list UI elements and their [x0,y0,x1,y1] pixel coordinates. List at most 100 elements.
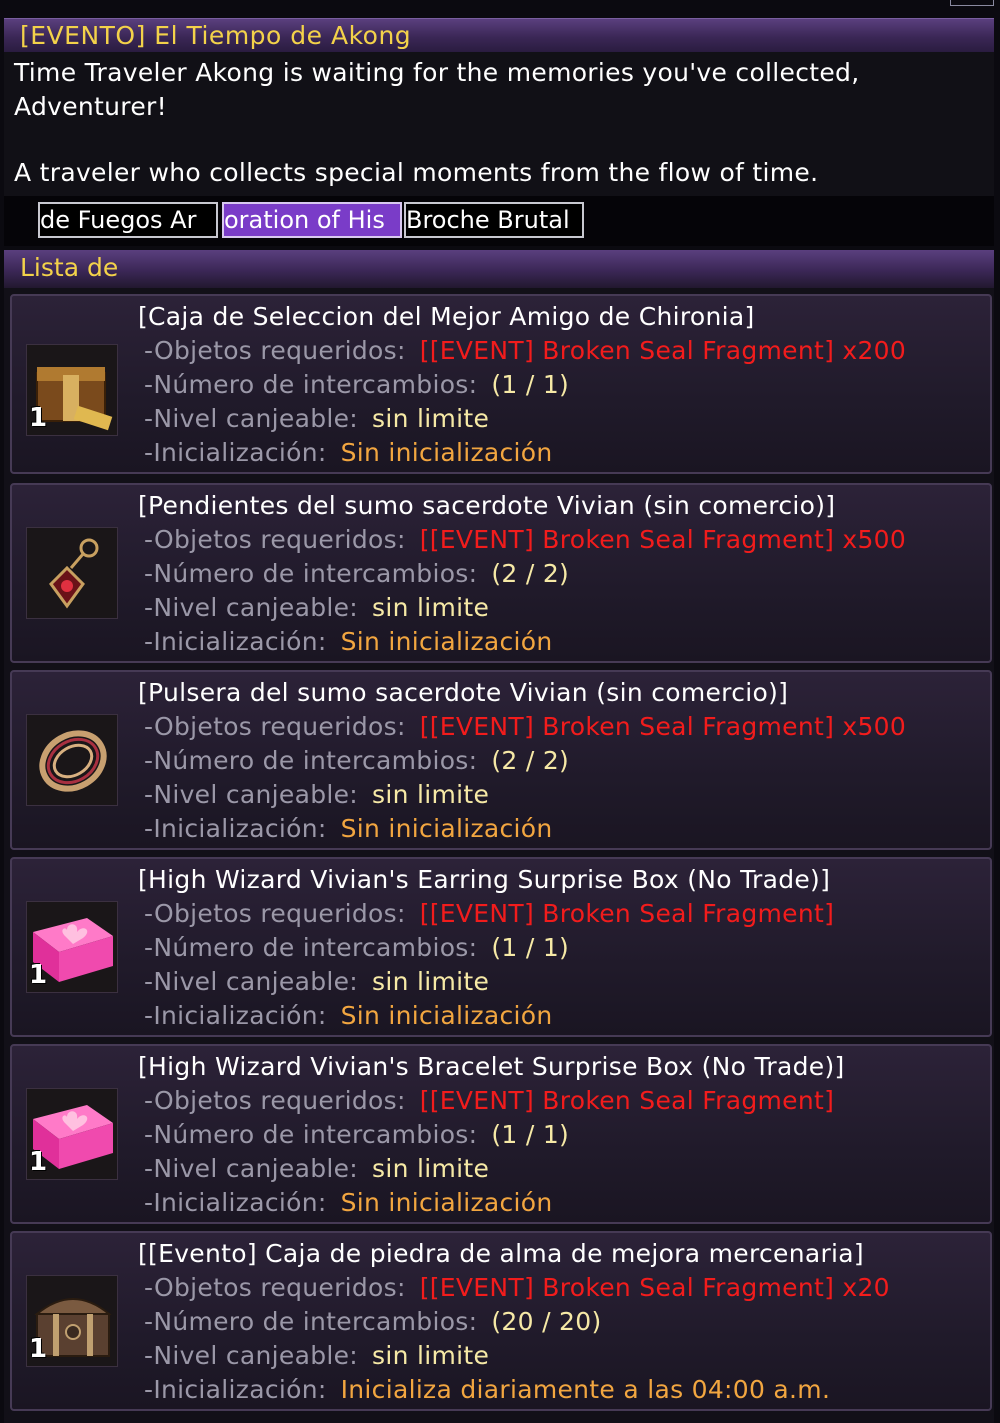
required-value: [[EVENT] Broken Seal Fragment] x200 [419,336,907,365]
exchanges-row: -Número de intercambios: (1 / 1) [144,933,569,962]
required-row: -Objetos requeridos: [[EVENT] Broken Seal… [144,336,906,365]
level-row: -Nivel canjeable: sin limite [144,593,489,622]
chest-box-icon: 1 [26,344,118,436]
description-line: A traveler who collects special moments … [14,158,819,187]
exchanges-row: -Número de intercambios: (2 / 2) [144,746,569,775]
exchange-list[interactable]: 1 [Caja de Seleccion del Mejor Amigo de … [4,288,994,1423]
required-label: -Objetos requeridos: [144,1273,406,1302]
required-row: -Objetos requeridos: [[EVENT] Broken Seal… [144,712,906,741]
required-value: [[EVENT] Broken Seal Fragment] [419,1086,835,1115]
exchange-item[interactable]: 1 [[Evento] Caja de piedra de alma de me… [10,1231,992,1411]
required-value: [[EVENT] Broken Seal Fragment] x20 [419,1273,890,1302]
required-value: [[EVENT] Broken Seal Fragment] x500 [419,712,907,741]
level-value: sin limite [372,404,490,433]
init-value: Inicializa diariamente a las 04:00 a.m. [340,1375,831,1404]
item-quantity: 1 [29,403,48,433]
required-label: -Objetos requeridos: [144,1086,406,1115]
item-title: [High Wizard Vivian's Earring Surprise B… [138,865,831,894]
tab-fuegos[interactable]: de Fuegos Ar [38,202,218,238]
init-value: Sin inicialización [340,1001,553,1030]
level-label: -Nivel canjeable: [144,967,359,996]
exchanges-value: (20 / 20) [491,1307,602,1336]
bracelet-icon [26,714,118,806]
tab-decoration[interactable]: oration of His [222,202,402,238]
level-row: -Nivel canjeable: sin limite [144,780,489,809]
exchange-item[interactable]: 1 [High Wizard Vivian's Earring Surprise… [10,857,992,1037]
exchanges-label: -Número de intercambios: [144,1120,478,1149]
level-row: -Nivel canjeable: sin limite [144,1341,489,1370]
level-value: sin limite [372,1154,490,1183]
exchanges-row: -Número de intercambios: (20 / 20) [144,1307,602,1336]
treasure-chest-icon: 1 [26,1275,118,1367]
level-row: -Nivel canjeable: sin limite [144,967,489,996]
exchanges-row: -Número de intercambios: (2 / 2) [144,559,569,588]
window-edge-button[interactable] [950,0,994,6]
required-row: -Objetos requeridos: [[EVENT] Broken Seal… [144,899,834,928]
item-quantity: 1 [29,960,48,990]
required-label: -Objetos requeridos: [144,899,406,928]
required-row: -Objetos requeridos: [[EVENT] Broken Seal… [144,1086,834,1115]
pink-gift-box-icon: 1 [26,1088,118,1180]
exchanges-label: -Número de intercambios: [144,933,478,962]
init-row: -Inicialización: Inicializa diariamente a… [144,1375,830,1404]
exchanges-value: (2 / 2) [491,559,570,588]
required-row: -Objetos requeridos: [[EVENT] Broken Seal… [144,1273,890,1302]
list-header-label: Lista de [20,253,119,282]
level-label: -Nivel canjeable: [144,780,359,809]
init-label: -Inicialización: [144,1001,327,1030]
exchanges-label: -Número de intercambios: [144,370,478,399]
item-title: [[Evento] Caja de piedra de alma de mejo… [138,1239,864,1268]
item-quantity: 1 [29,1334,48,1364]
level-label: -Nivel canjeable: [144,593,359,622]
item-title: [Pulsera del sumo sacerdote Vivian (sin … [138,678,789,707]
init-label: -Inicialización: [144,1188,327,1217]
event-description: Time Traveler Akong is waiting for the m… [4,52,994,196]
exchanges-value: (1 / 1) [491,370,570,399]
init-value: Sin inicialización [340,627,553,656]
tab-broche-brutal[interactable]: Broche Brutal [404,202,584,238]
category-tabs: de Fuegos Ar oration of His Broche Bruta… [4,196,994,246]
init-label: -Inicialización: [144,814,327,843]
event-title-bar: [EVENTO] El Tiempo de Akong [4,18,994,52]
exchange-item[interactable]: 1 [Caja de Seleccion del Mejor Amigo de … [10,294,992,474]
level-label: -Nivel canjeable: [144,1341,359,1370]
exchanges-value: (1 / 1) [491,933,570,962]
exchange-item[interactable]: [Pulsera del sumo sacerdote Vivian (sin … [10,670,992,850]
required-row: -Objetos requeridos: [[EVENT] Broken Seal… [144,525,906,554]
init-row: -Inicialización: Sin inicialización [144,814,553,843]
level-value: sin limite [372,967,490,996]
init-label: -Inicialización: [144,627,327,656]
item-quantity: 1 [29,1147,48,1177]
level-label: -Nivel canjeable: [144,1154,359,1183]
event-title: [EVENTO] El Tiempo de Akong [20,21,412,50]
exchange-item[interactable]: [Pendientes del sumo sacerdote Vivian (s… [10,483,992,663]
init-value: Sin inicialización [340,814,553,843]
exchanges-label: -Número de intercambios: [144,1307,478,1336]
level-value: sin limite [372,593,490,622]
list-header: Lista de [4,250,994,288]
init-row: -Inicialización: Sin inicialización [144,1001,553,1030]
item-title: [High Wizard Vivian's Bracelet Surprise … [138,1052,845,1081]
exchanges-label: -Número de intercambios: [144,746,478,775]
init-row: -Inicialización: Sin inicialización [144,627,553,656]
item-title: [Pendientes del sumo sacerdote Vivian (s… [138,491,836,520]
exchanges-label: -Número de intercambios: [144,559,478,588]
init-label: -Inicialización: [144,438,327,467]
description-line: Adventurer! [14,92,167,121]
init-value: Sin inicialización [340,1188,553,1217]
required-label: -Objetos requeridos: [144,336,406,365]
required-value: [[EVENT] Broken Seal Fragment] x500 [419,525,907,554]
exchanges-row: -Número de intercambios: (1 / 1) [144,370,569,399]
description-line: Time Traveler Akong is waiting for the m… [14,58,860,87]
item-title: [Caja de Seleccion del Mejor Amigo de Ch… [138,302,755,331]
level-row: -Nivel canjeable: sin limite [144,404,489,433]
init-value: Sin inicialización [340,438,553,467]
required-label: -Objetos requeridos: [144,525,406,554]
exchanges-row: -Número de intercambios: (1 / 1) [144,1120,569,1149]
pink-gift-box-icon: 1 [26,901,118,993]
exchange-item[interactable]: 1 [High Wizard Vivian's Bracelet Surpris… [10,1044,992,1224]
level-label: -Nivel canjeable: [144,404,359,433]
required-label: -Objetos requeridos: [144,712,406,741]
level-row: -Nivel canjeable: sin limite [144,1154,489,1183]
exchanges-value: (1 / 1) [491,1120,570,1149]
